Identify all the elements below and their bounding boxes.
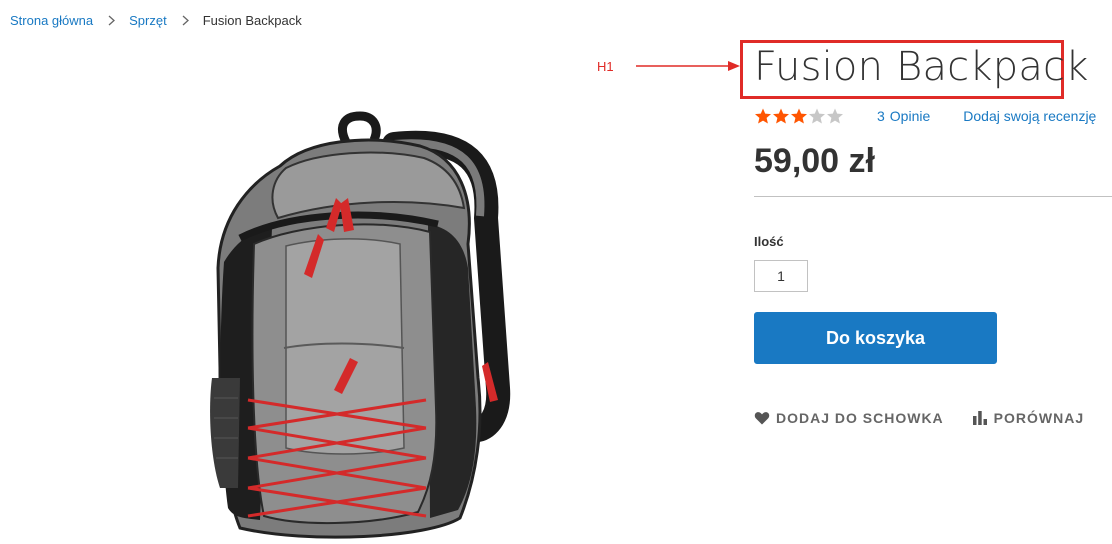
star-empty-icon: [827, 108, 843, 124]
compare-icon: [972, 411, 987, 425]
arrow-right-icon: [636, 61, 740, 71]
heart-icon: [754, 412, 770, 425]
h1-annotation-label: H1: [597, 59, 614, 74]
breadcrumb-category-link[interactable]: Sprzęt: [129, 13, 167, 28]
reviews-link[interactable]: 3 Opinie: [877, 108, 930, 124]
product-actions: DODAJ DO SCHOWKA PORÓWNAJ: [754, 410, 1112, 426]
breadcrumb: Strona główna Sprzęt Fusion Backpack: [10, 12, 302, 28]
chevron-right-icon: [108, 12, 116, 28]
qty-input[interactable]: [754, 260, 808, 292]
add-to-wishlist-button[interactable]: DODAJ DO SCHOWKA: [754, 410, 944, 426]
wishlist-label: DODAJ DO SCHOWKA: [776, 410, 944, 426]
star-filled-icon: [791, 108, 807, 124]
add-review-link[interactable]: Dodaj swoją recenzję: [963, 108, 1096, 124]
product-price: 59,00 zł: [754, 142, 875, 180]
star-filled-icon: [755, 108, 771, 124]
backpack-image: [210, 111, 511, 539]
product-rating: 3 Opinie Dodaj swoją recenzję: [754, 108, 1096, 124]
divider: [754, 196, 1112, 197]
reviews-count: 3: [877, 108, 885, 124]
rating-stars: [754, 108, 844, 124]
reviews-label: Opinie: [889, 108, 931, 124]
star-filled-icon: [773, 108, 789, 124]
compare-label: PORÓWNAJ: [993, 410, 1085, 426]
breadcrumb-home-link[interactable]: Strona główna: [10, 13, 93, 28]
compare-button[interactable]: PORÓWNAJ: [972, 410, 1084, 426]
add-to-cart-button[interactable]: Do koszyka: [754, 312, 997, 364]
chevron-right-icon: [182, 12, 189, 28]
qty-label: Ilość: [754, 234, 784, 249]
star-empty-icon: [809, 108, 825, 124]
page-title: Fusion Backpack: [754, 44, 1089, 90]
breadcrumb-current: Fusion Backpack: [202, 12, 302, 28]
product-image[interactable]: [168, 48, 560, 544]
